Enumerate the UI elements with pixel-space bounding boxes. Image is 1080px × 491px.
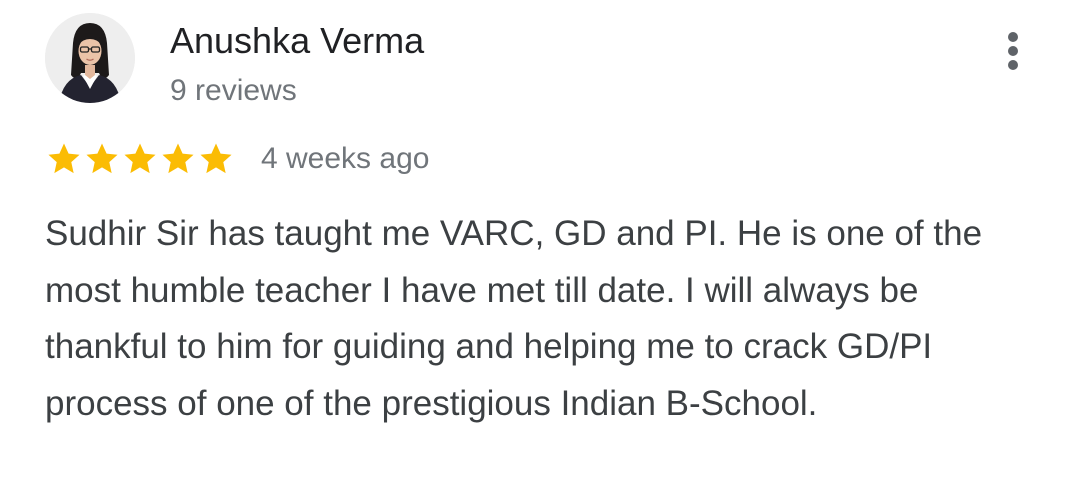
- review-card: Anushka Verma 9 reviews 4 weeks ago Sudh…: [0, 0, 1080, 491]
- star-icon: [48, 143, 80, 174]
- more-vert-icon: [1008, 32, 1018, 70]
- avatar-photo: [45, 13, 135, 103]
- rating-row: 4 weeks ago: [45, 138, 429, 180]
- star-icon: [86, 143, 118, 174]
- star-icon: [200, 143, 232, 174]
- review-text: Sudhir Sir has taught me VARC, GD and PI…: [45, 214, 983, 423]
- star-icon: [162, 143, 194, 174]
- more-options-button[interactable]: [992, 28, 1034, 74]
- reviewer-avatar[interactable]: [45, 13, 135, 103]
- review-date: 4 weeks ago: [261, 142, 430, 175]
- star-icon: [124, 143, 156, 174]
- review-count: 9 reviews: [170, 74, 297, 107]
- reviewer-name[interactable]: Anushka Verma: [170, 20, 424, 62]
- star-rating: [45, 138, 235, 180]
